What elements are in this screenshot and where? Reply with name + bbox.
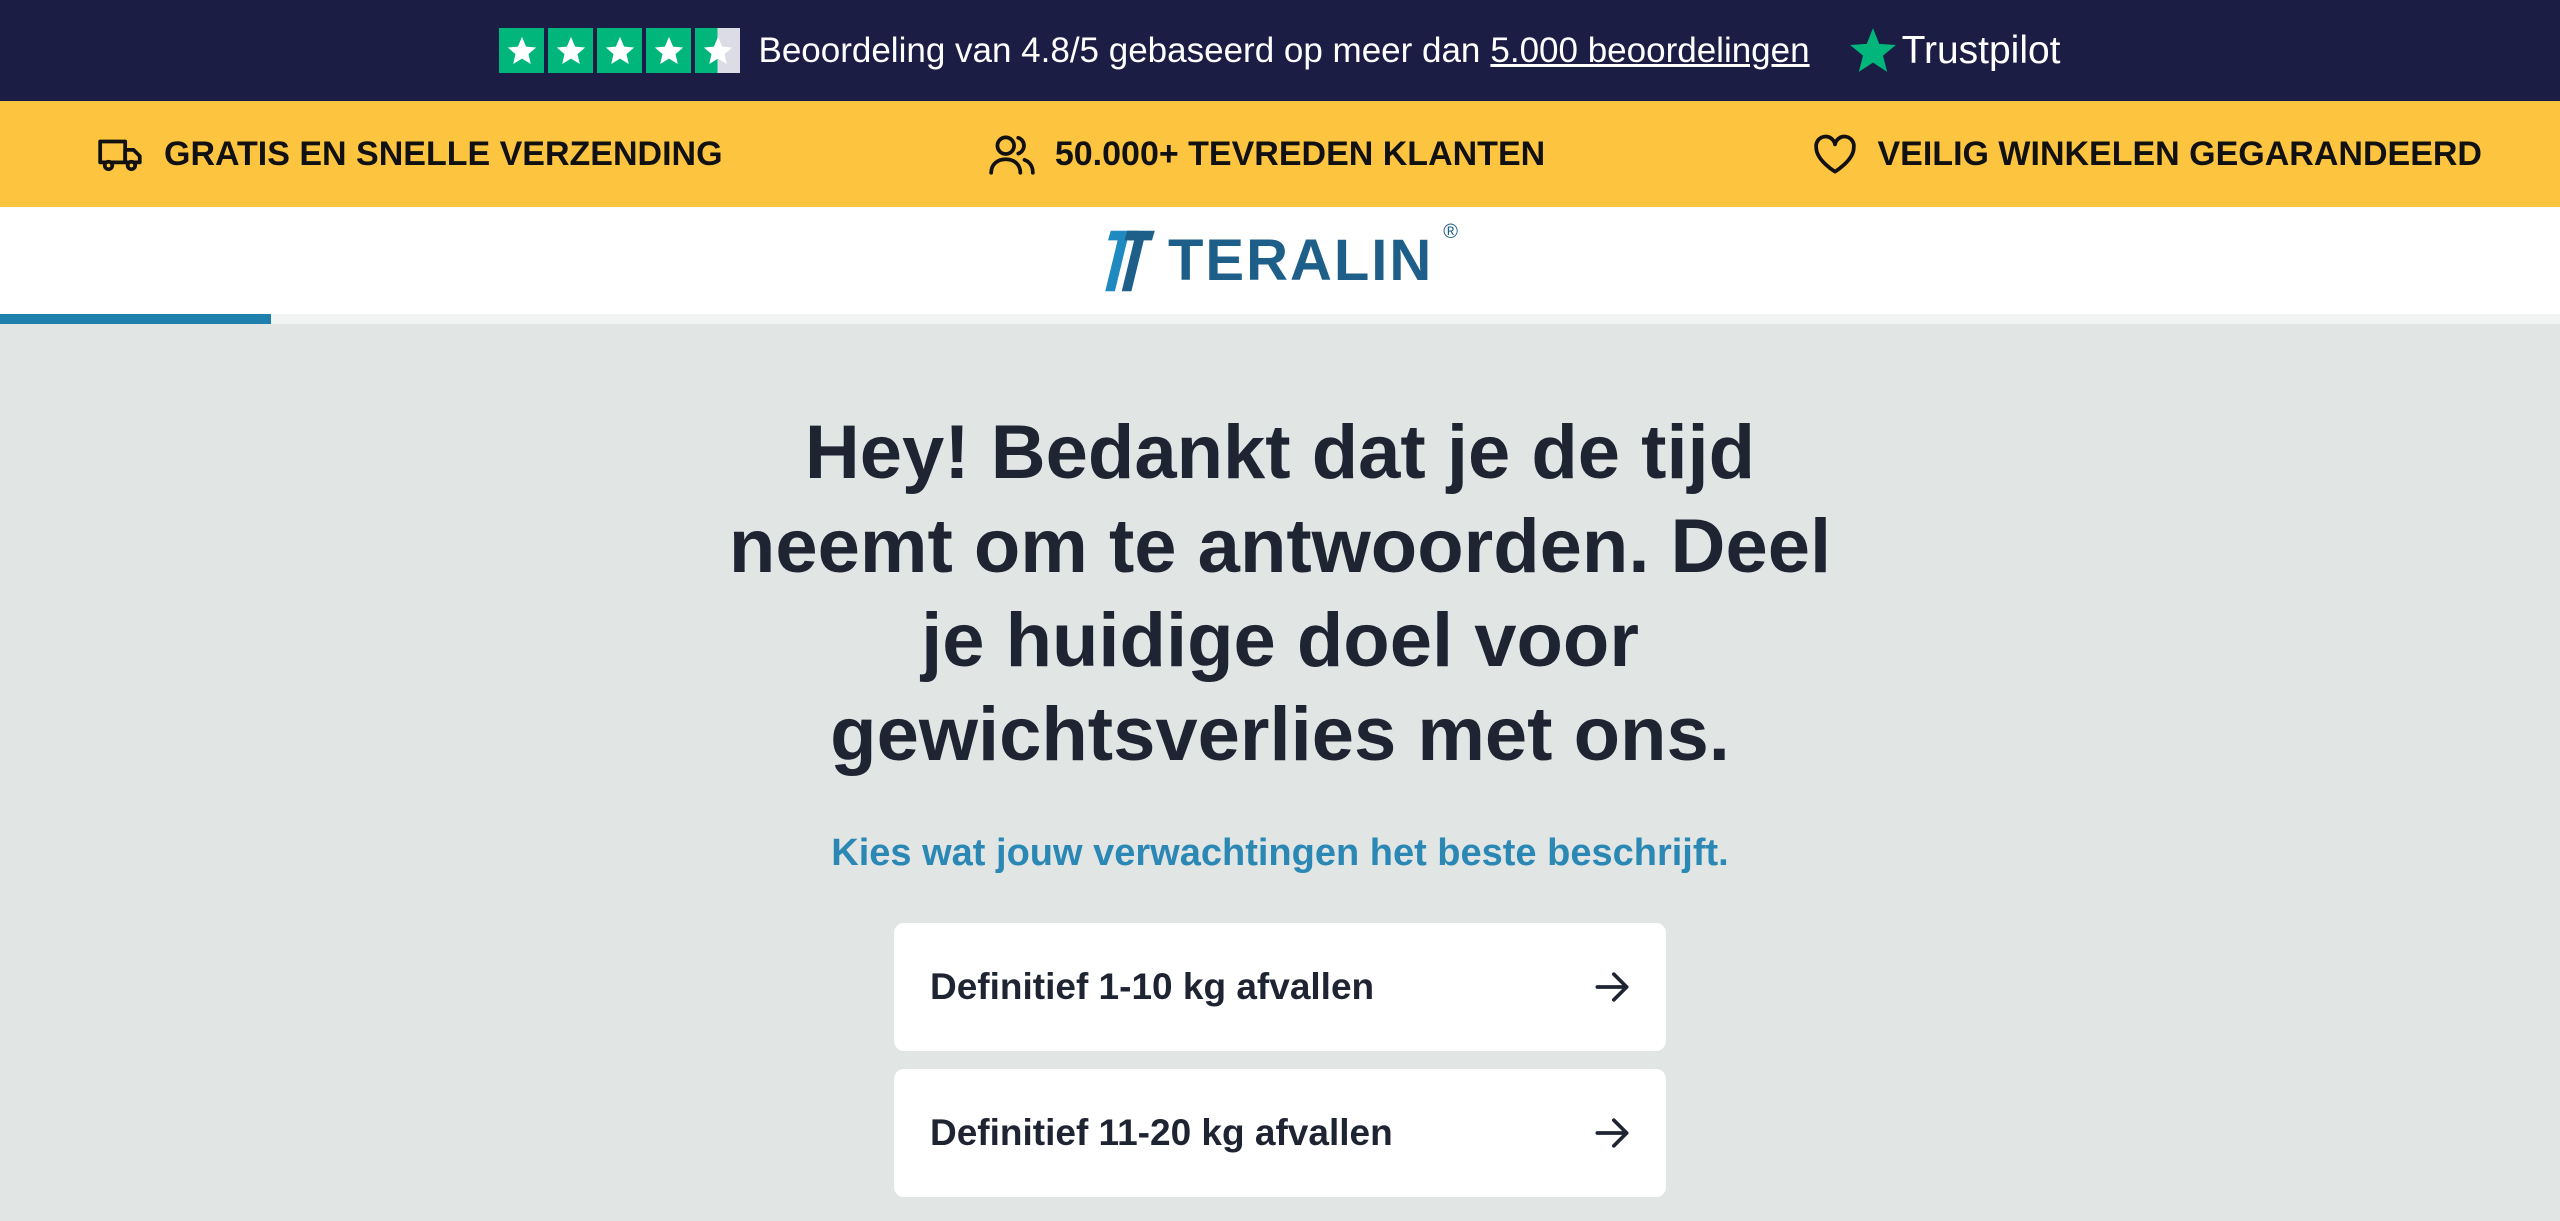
star-icon — [646, 28, 692, 73]
option-label: Definitief 11-20 kg afvallen — [930, 1112, 1393, 1153]
teralin-logo-mark — [1105, 230, 1155, 291]
option-label: Definitief 1-10 kg afvallen — [930, 966, 1375, 1007]
site-header: TERALIN ® — [0, 207, 2560, 324]
trustpilot-bar: Beoordeling van 4.8/5 gebaseerd op meer … — [0, 0, 2560, 101]
reviews-link[interactable]: 5.000 beoordelingen — [1490, 31, 1809, 71]
usp-shipping: GRATIS EN SNELLE VERZENDING — [96, 129, 723, 179]
usp-customers-label: 50.000+ TEVREDEN KLANTEN — [1054, 134, 1546, 173]
trustpilot-brand: Trustpilot — [1901, 28, 2061, 72]
truck-icon — [98, 139, 142, 172]
rating-stars — [499, 28, 741, 73]
quiz-progress-fill — [0, 314, 272, 324]
question-subtitle: Kies wat jouw verwachtingen het beste be… — [831, 832, 1729, 874]
half-star-icon — [695, 28, 741, 73]
page-title: Hey! Bedankt dat je de tijd neemt om te … — [728, 410, 1832, 777]
arrow-right-icon — [1595, 1118, 1629, 1148]
usp-bar: GRATIS EN SNELLE VERZENDING 50.000+ TEVR… — [0, 101, 2560, 207]
usp-shipping-label: GRATIS EN SNELLE VERZENDING — [164, 134, 723, 173]
heart-icon — [1813, 134, 1856, 174]
rating-text: Beoordeling van 4.8/5 gebaseerd op meer … — [758, 30, 1481, 70]
users-icon — [989, 135, 1035, 175]
star-icon — [548, 28, 594, 73]
answer-options: Definitief 1-10 kg afvallen Definitief 1… — [0, 923, 2560, 1197]
star-icon — [499, 28, 545, 73]
trustpilot-logo[interactable]: Trustpilot — [1848, 26, 2061, 76]
quiz-main: Hey! Bedankt dat je de tijd neemt om te … — [0, 314, 2560, 1197]
usp-safe-shopping: VEILIG WINKELEN GEGARANDEERD — [1810, 129, 2482, 179]
arrow-right-icon — [1595, 972, 1629, 1002]
trustpilot-star-icon — [1849, 27, 1896, 72]
quiz-progress-bar — [0, 314, 2560, 324]
logo-registered-mark: ® — [1443, 221, 1459, 243]
star-icon — [597, 28, 643, 73]
teralin-logo[interactable]: TERALIN ® — [1102, 221, 1458, 294]
usp-customers: 50.000+ TEVREDEN KLANTEN — [987, 129, 1545, 179]
usp-safe-shopping-label: VEILIG WINKELEN GEGARANDEERD — [1877, 134, 2482, 173]
logo-text: TERALIN — [1167, 228, 1434, 293]
option-1-10kg-button[interactable]: Definitief 1-10 kg afvallen — [894, 923, 1666, 1051]
option-11-20kg-button[interactable]: Definitief 11-20 kg afvallen — [894, 1069, 1666, 1197]
